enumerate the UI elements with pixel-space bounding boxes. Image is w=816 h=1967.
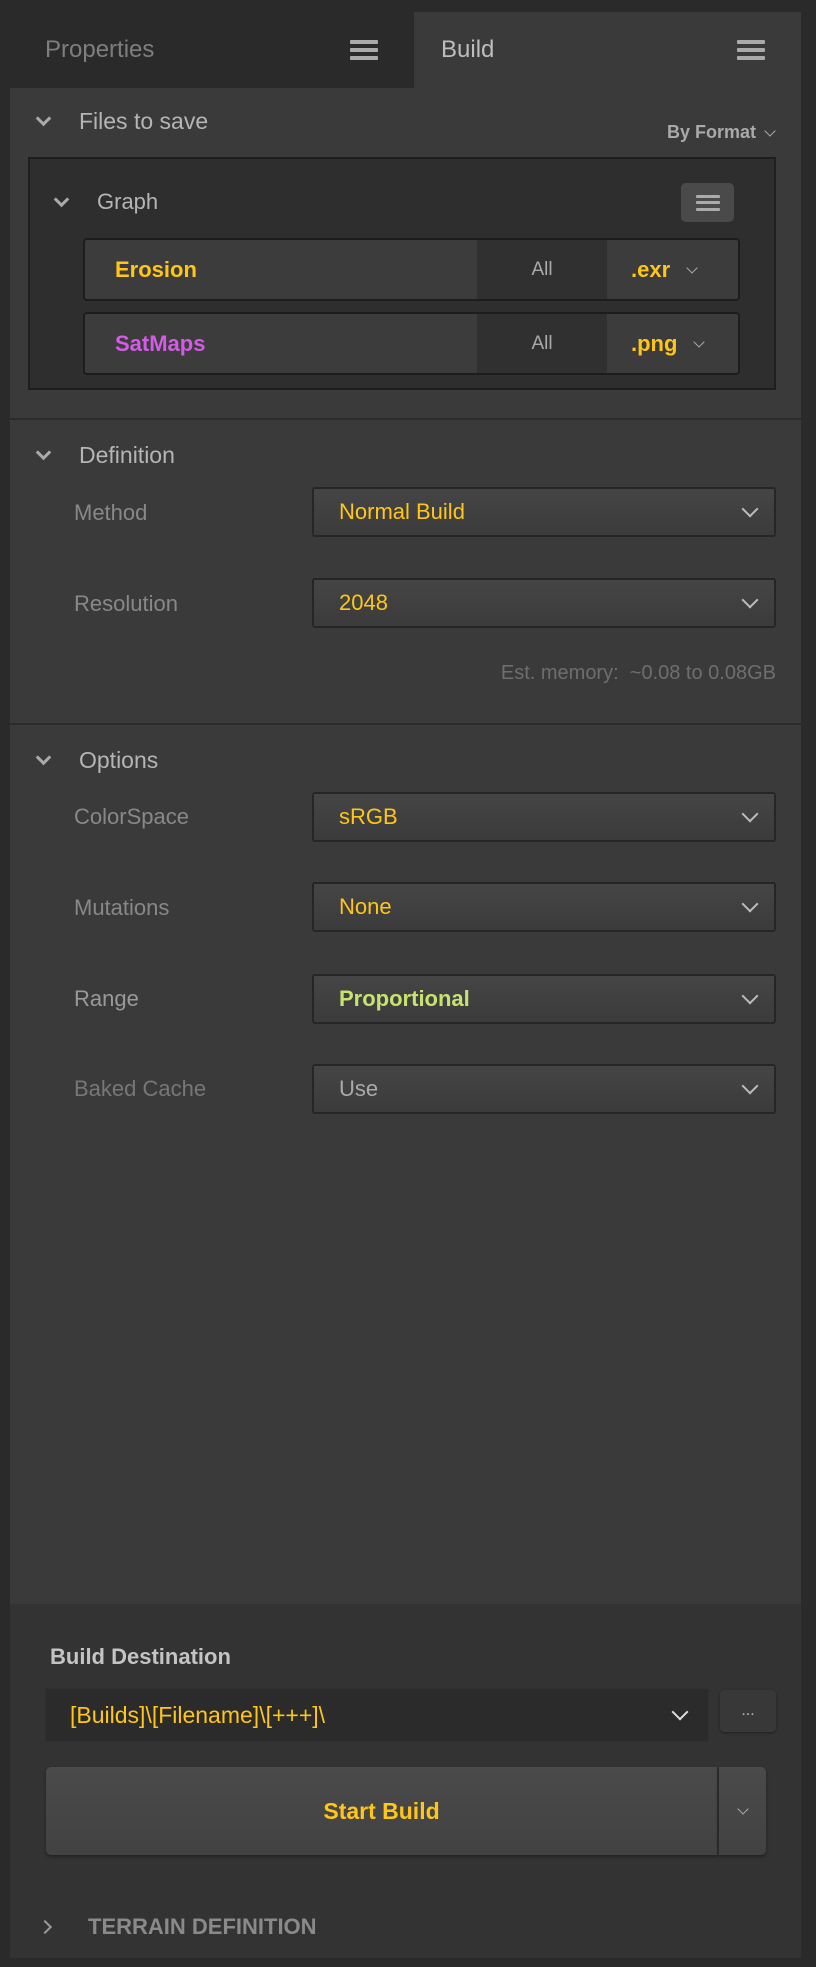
mutations-dropdown[interactable]: None xyxy=(312,882,776,932)
format-value: .png xyxy=(631,330,678,356)
chevron-down-icon[interactable] xyxy=(671,1703,689,1721)
chevron-down-icon xyxy=(741,1077,759,1095)
chevron-down-icon xyxy=(35,110,52,127)
resolution-label: Resolution xyxy=(74,591,178,616)
chevron-right-icon xyxy=(37,1919,53,1935)
start-build-label: Start Build xyxy=(323,1797,440,1824)
baked-cache-dropdown[interactable]: Use xyxy=(312,1064,776,1114)
menu-icon xyxy=(695,194,720,211)
chevron-down-icon xyxy=(693,335,706,348)
colorspace-label: ColorSpace xyxy=(74,804,189,829)
tab-label: Build xyxy=(441,36,495,63)
range-dropdown[interactable]: Proportional xyxy=(312,974,776,1024)
chevron-down-icon xyxy=(35,749,52,766)
group-title: Graph xyxy=(97,189,159,214)
section-title: Definition xyxy=(79,442,175,468)
section-title: TERRAIN DEFINITION xyxy=(88,1914,317,1939)
browse-label: ... xyxy=(741,1702,755,1719)
destination-path-value: [Builds]\[Filename]\[+++]\ xyxy=(70,1701,326,1728)
tab-build[interactable]: Build xyxy=(414,12,801,88)
section-terrain-definition[interactable]: TERRAIN DEFINITION xyxy=(37,1914,317,1940)
file-row[interactable]: SatMaps All .png xyxy=(83,312,740,375)
graph-group: Graph Erosion All .exr SatMaps All .png xyxy=(28,157,776,390)
start-build-options-button[interactable] xyxy=(719,1767,766,1855)
menu-icon[interactable] xyxy=(350,40,378,60)
format-dropdown[interactable]: .exr xyxy=(607,240,738,299)
colorspace-dropdown[interactable]: sRGB xyxy=(312,792,776,842)
method-value: Normal Build xyxy=(339,499,465,524)
baked-cache-label: Baked Cache xyxy=(74,1076,207,1101)
divider xyxy=(10,723,801,725)
mutations-value: None xyxy=(339,894,392,919)
chevron-down-icon xyxy=(741,805,759,823)
method-label: Method xyxy=(74,500,148,525)
tab-properties[interactable]: Properties xyxy=(0,12,414,88)
graph-menu-button[interactable] xyxy=(681,183,734,222)
section-title: Files to save xyxy=(79,108,209,134)
chevron-down-icon xyxy=(686,261,698,274)
chevron-down-icon xyxy=(741,895,759,913)
file-name: Erosion xyxy=(115,256,197,282)
divider xyxy=(10,418,801,420)
destination-path-input[interactable]: [Builds]\[Filename]\[+++]\ xyxy=(45,1688,709,1742)
chevron-down-icon xyxy=(764,124,776,137)
chevron-down-icon xyxy=(736,1803,749,1815)
range-label: Range xyxy=(74,986,139,1011)
menu-icon[interactable] xyxy=(737,40,765,60)
section-files-to-save[interactable]: Files to save xyxy=(35,108,209,135)
format-value: .exr xyxy=(631,256,671,282)
group-mode-value: By Format xyxy=(666,122,756,142)
mutations-label: Mutations xyxy=(74,895,170,920)
graph-header[interactable]: Graph xyxy=(53,189,159,215)
browse-button[interactable]: ... xyxy=(720,1690,776,1732)
resolution-value: 2048 xyxy=(339,590,388,615)
chevron-down-icon xyxy=(35,444,52,461)
section-options[interactable]: Options xyxy=(35,747,159,774)
colorspace-value: sRGB xyxy=(339,804,398,829)
chevron-down-icon xyxy=(741,500,759,518)
chevron-down-icon xyxy=(741,591,759,609)
start-build-button[interactable]: Start Build xyxy=(46,1767,717,1855)
file-selection[interactable]: All xyxy=(477,314,607,373)
method-dropdown[interactable]: Normal Build xyxy=(312,487,776,537)
baked-cache-value: Use xyxy=(339,1076,379,1101)
section-title: Options xyxy=(79,747,159,773)
file-name: SatMaps xyxy=(115,330,206,356)
chevron-down-icon xyxy=(741,987,759,1005)
memory-estimate: Est. memory: ~0.08 to 0.08GB xyxy=(500,662,776,684)
section-definition[interactable]: Definition xyxy=(35,442,175,469)
file-selection[interactable]: All xyxy=(477,240,607,299)
build-destination-label: Build Destination xyxy=(50,1644,231,1669)
group-mode-dropdown[interactable]: By Format xyxy=(666,122,776,143)
chevron-down-icon xyxy=(53,191,70,207)
tab-label: Properties xyxy=(45,36,155,63)
format-dropdown[interactable]: .png xyxy=(607,314,738,373)
resolution-dropdown[interactable]: 2048 xyxy=(312,578,776,628)
range-value: Proportional xyxy=(339,986,470,1011)
file-row[interactable]: Erosion All .exr xyxy=(83,238,740,301)
